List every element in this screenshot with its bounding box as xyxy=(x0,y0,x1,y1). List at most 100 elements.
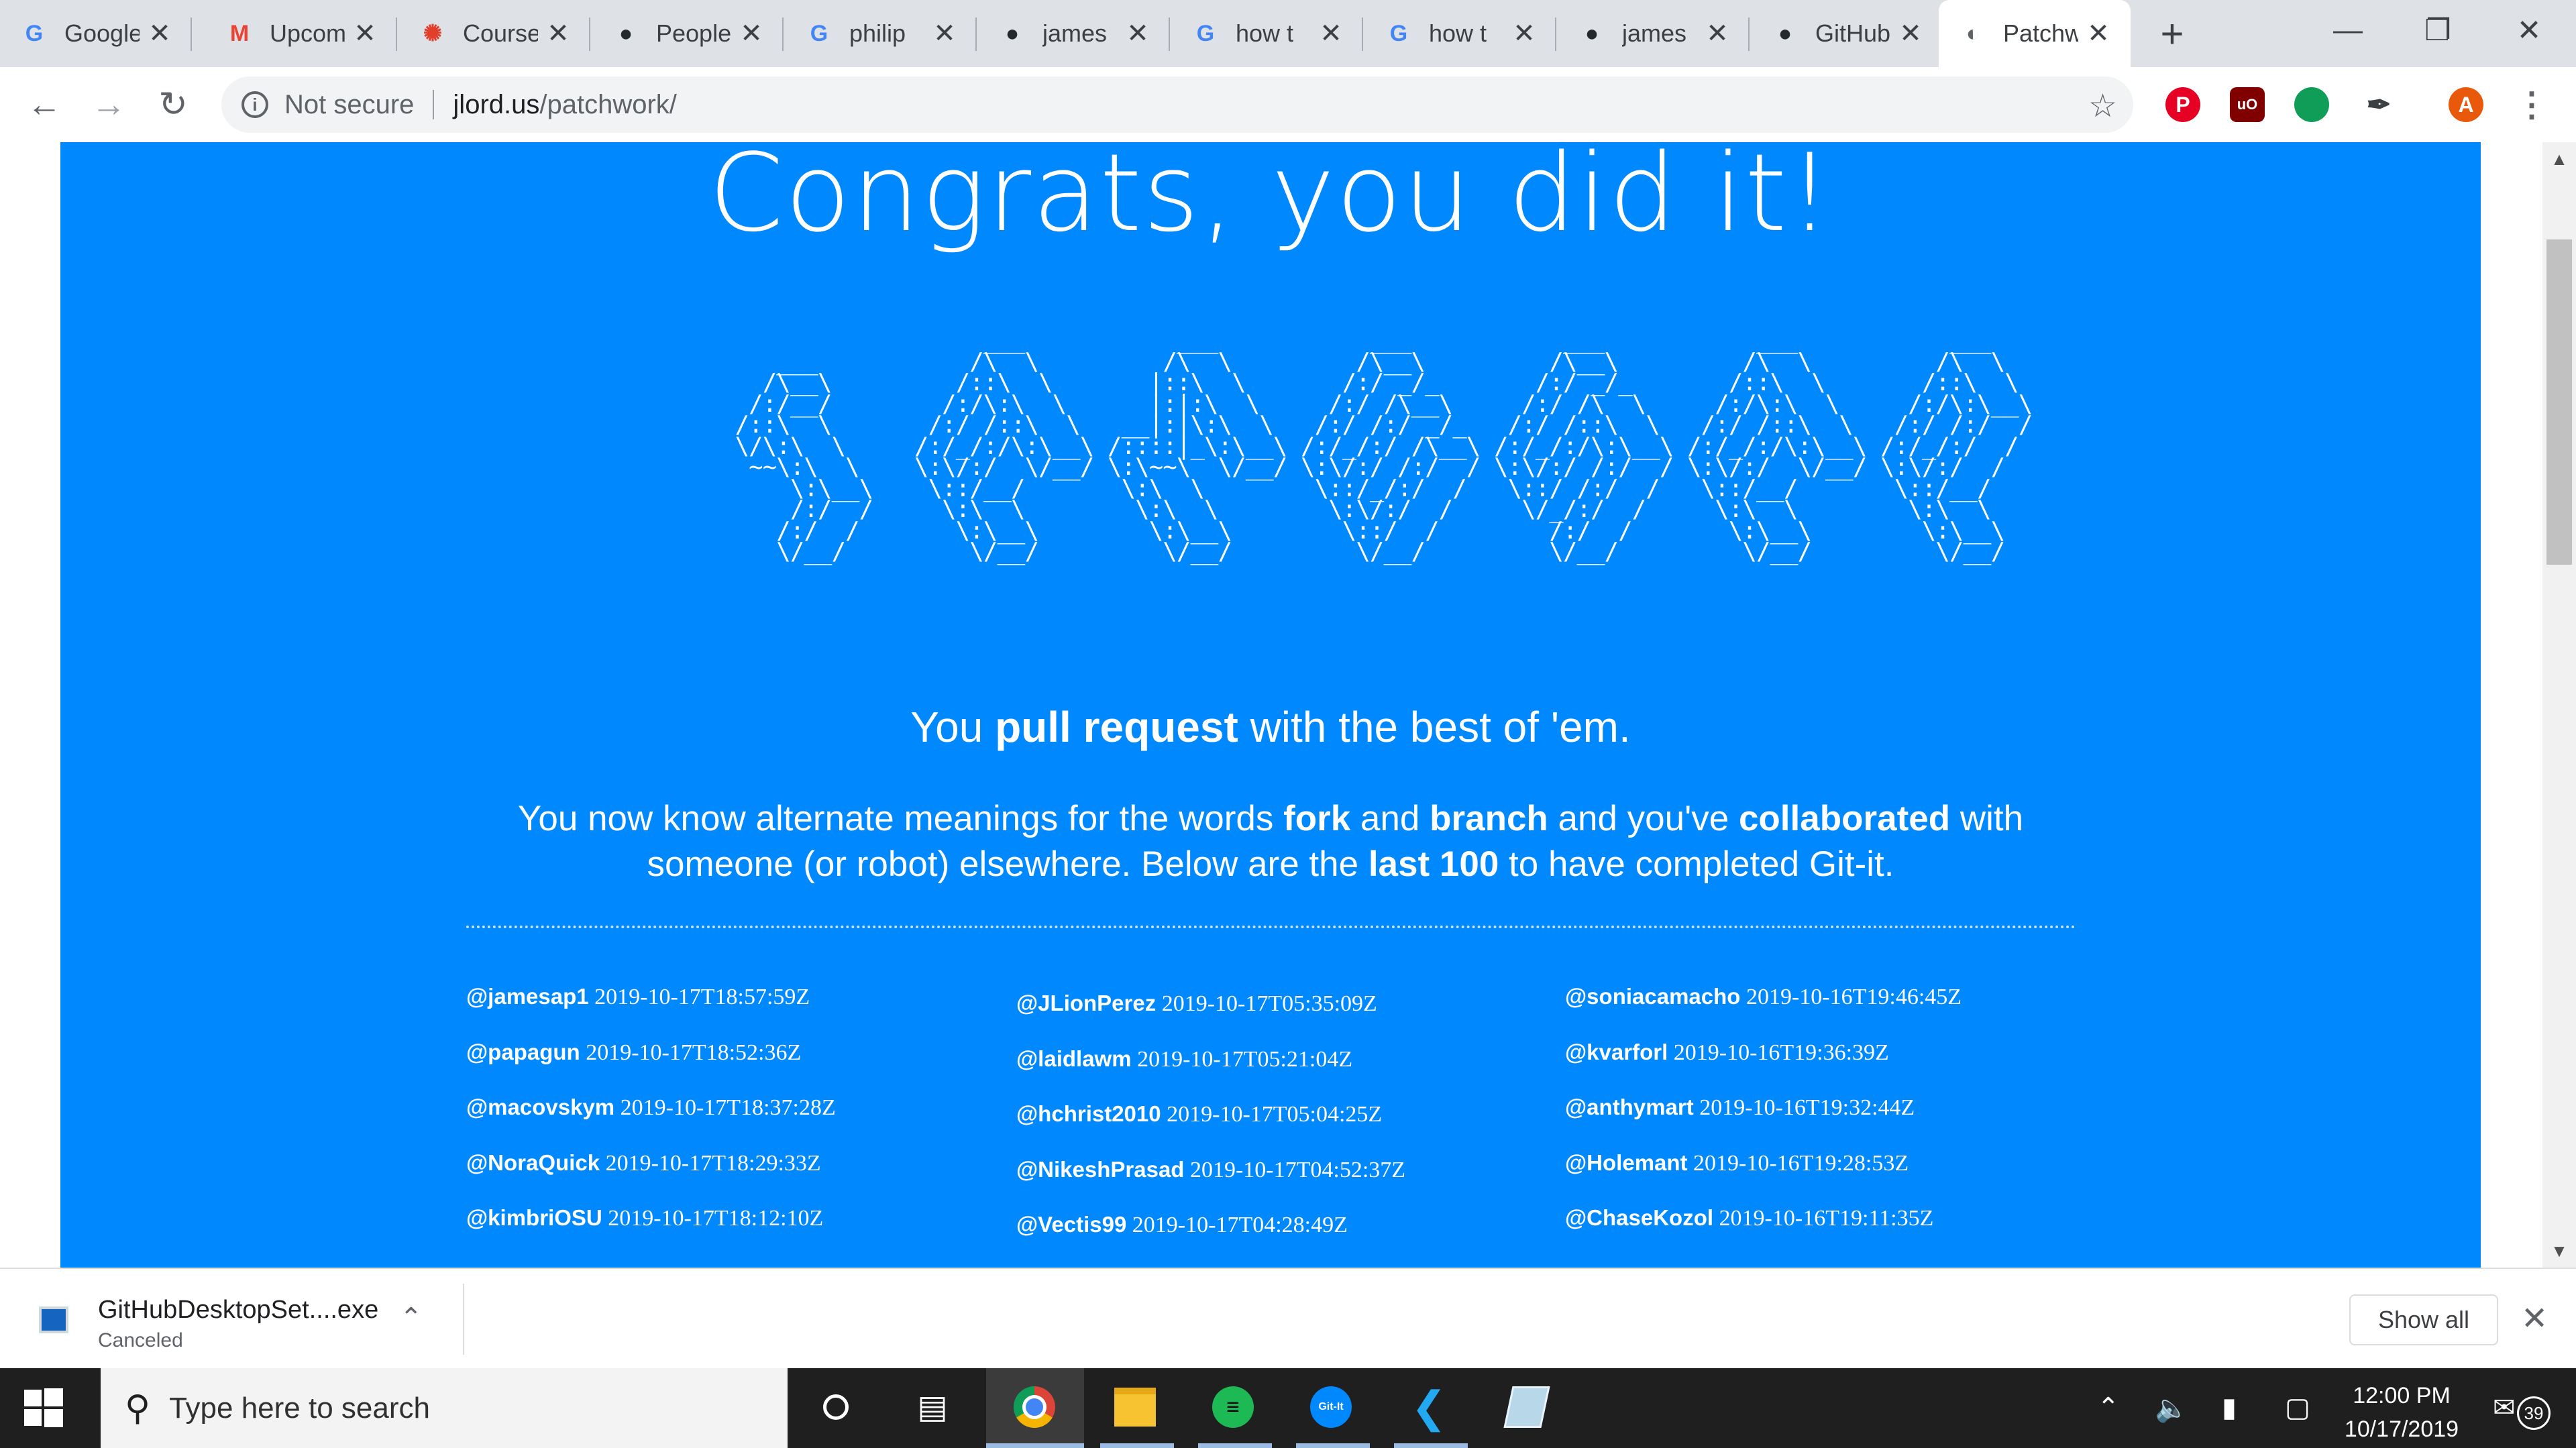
new-tab-button[interactable]: + xyxy=(2153,11,2191,56)
completion-entry: @NoraQuick 2019-10-17T18:29:33Z xyxy=(466,1150,836,1206)
reload-button[interactable]: ↻ xyxy=(153,85,193,125)
notification-count-badge[interactable]: 39 xyxy=(2517,1396,2551,1430)
close-tab-icon[interactable]: ✕ xyxy=(350,19,380,48)
action-center-icon[interactable]: ✉ xyxy=(2493,1392,2516,1423)
github-username-link[interactable]: @NikeshPrasad xyxy=(1016,1157,1184,1182)
close-tab-icon[interactable]: ✕ xyxy=(1703,19,1732,48)
close-tab-icon[interactable]: ✕ xyxy=(1509,19,1539,48)
windows-start-icon[interactable] xyxy=(24,1388,63,1427)
clock-date: 10/17/2019 xyxy=(2344,1416,2459,1442)
completion-entry: @ChaseKozol 2019-10-16T19:11:35Z xyxy=(1565,1205,1962,1261)
close-tab-icon[interactable]: ✕ xyxy=(1123,19,1152,48)
ublock-icon[interactable]: uO xyxy=(2230,87,2265,122)
github-username-link[interactable]: @NoraQuick xyxy=(466,1150,600,1175)
restore-button[interactable]: ❐ xyxy=(2391,0,2485,60)
browser-tab[interactable]: ● james ✕ xyxy=(1558,0,1750,67)
file-explorer-icon[interactable] xyxy=(1111,1383,1159,1431)
scroll-down-icon[interactable]: ▼ xyxy=(2542,1234,2576,1268)
back-button[interactable]: ← xyxy=(24,85,64,125)
page-viewport: Congrats, you did it! ___ ___ ___ ___ __… xyxy=(0,142,2576,1268)
browser-tab[interactable]: ● People ✕ xyxy=(592,0,784,67)
git-it-icon[interactable]: Git-It xyxy=(1307,1383,1355,1431)
github-username-link[interactable]: @jamesap1 xyxy=(466,984,589,1009)
github-username-link[interactable]: @laidlawm xyxy=(1016,1046,1132,1071)
chrome-icon[interactable] xyxy=(1010,1383,1059,1431)
close-tab-icon[interactable]: ✕ xyxy=(930,19,959,48)
notepad-icon[interactable] xyxy=(1503,1383,1551,1431)
github-username-link[interactable]: @anthymart xyxy=(1565,1095,1694,1119)
browser-tab[interactable]: ✺ Courses✕ xyxy=(398,0,590,67)
download-filename[interactable]: GitHubDesktopSet....exe xyxy=(98,1296,378,1325)
tab-separator xyxy=(589,17,590,51)
page-scrollbar[interactable]: ▲ ▼ xyxy=(2542,142,2576,1268)
completion-timestamp: 2019-10-17T05:21:04Z xyxy=(1137,1046,1353,1072)
github-username-link[interactable]: @macovskym xyxy=(466,1095,614,1119)
close-tab-icon[interactable]: ✕ xyxy=(737,19,766,48)
taskbar-search[interactable]: ⚲ Type here to search xyxy=(101,1368,788,1448)
installer-file-icon[interactable] xyxy=(39,1306,68,1333)
github-icon: ● xyxy=(1585,20,1599,46)
github-username-link[interactable]: @papagun xyxy=(466,1040,580,1064)
security-label[interactable]: Not secure xyxy=(284,90,414,120)
browser-tab[interactable]: G Google ✕ xyxy=(0,0,192,67)
cortana-icon[interactable] xyxy=(812,1383,860,1431)
app-running-indicator xyxy=(986,1443,1084,1448)
close-tab-icon[interactable]: ✕ xyxy=(1316,19,1346,48)
browser-tab[interactable]: ● james ✕ xyxy=(978,0,1170,67)
scroll-up-icon[interactable]: ▲ xyxy=(2542,142,2576,176)
github-username-link[interactable]: @soniacamacho xyxy=(1565,984,1740,1009)
task-view-icon[interactable]: ▤ xyxy=(908,1383,957,1431)
scrollbar-thumb[interactable] xyxy=(2546,239,2572,565)
minimize-button[interactable]: — xyxy=(2301,0,2395,60)
github-username-link[interactable]: @hchrist2010 xyxy=(1016,1101,1161,1126)
search-placeholder[interactable]: Type here to search xyxy=(169,1392,430,1425)
browser-tab[interactable]: Gphilip ✕ xyxy=(785,0,977,67)
menu-icon[interactable]: ⋮ xyxy=(2514,86,2549,123)
profile-avatar[interactable]: A xyxy=(2449,87,2483,122)
battery-icon[interactable]: ▮ xyxy=(2222,1392,2237,1423)
close-window-button[interactable]: ✕ xyxy=(2482,0,2576,60)
github-username-link[interactable]: @Holemant xyxy=(1565,1150,1688,1175)
chevron-up-icon[interactable]: ⌃ xyxy=(400,1302,423,1333)
volume-icon[interactable]: 🔈 xyxy=(2155,1392,2188,1424)
tab-title: Google xyxy=(64,19,140,47)
pinterest-icon[interactable]: P xyxy=(2165,87,2200,122)
close-tab-icon[interactable]: ✕ xyxy=(2084,19,2113,48)
tab-separator xyxy=(1169,17,1170,51)
browser-tab[interactable]: M Upcoming✕ xyxy=(205,0,397,67)
vscode-icon[interactable]: ❮ xyxy=(1405,1383,1453,1431)
github-username-link[interactable]: @ChaseKozol xyxy=(1565,1205,1713,1230)
browser-tab[interactable]: Ghow t ✕ xyxy=(1364,0,1556,67)
system-clock[interactable]: 12:00 PM 10/17/2019 xyxy=(2301,1379,2502,1446)
github-username-link[interactable]: @kvarforl xyxy=(1565,1040,1668,1064)
completion-entry: @Holemant 2019-10-16T19:28:53Z xyxy=(1565,1150,1962,1206)
browser-tab[interactable]: Ghow t ✕ xyxy=(1171,0,1363,67)
tab-title: philip xyxy=(849,19,906,47)
completion-entry: @NikeshPrasad 2019-10-17T04:52:37Z xyxy=(1016,1157,1405,1213)
url-host[interactable]: jlord.us xyxy=(453,90,539,120)
close-tab-icon[interactable]: ✕ xyxy=(543,19,573,48)
close-icon[interactable]: ✕ xyxy=(2521,1300,2548,1337)
bookmark-star-icon[interactable]: ☆ xyxy=(2088,87,2117,125)
eyedropper-icon[interactable]: ✒ xyxy=(2361,87,2396,122)
close-tab-icon[interactable]: ✕ xyxy=(145,19,174,48)
url-path[interactable]: /patchwork/ xyxy=(539,90,677,120)
chevron-up-icon[interactable]: ⌃ xyxy=(2097,1392,2120,1423)
tab-title: People xyxy=(656,19,731,47)
completion-entry: @hchrist2010 2019-10-17T05:04:25Z xyxy=(1016,1101,1405,1157)
spotify-icon[interactable]: ≡ xyxy=(1209,1383,1257,1431)
github-username-link[interactable]: @Vectis99 xyxy=(1016,1212,1126,1237)
forward-button[interactable]: → xyxy=(89,85,129,125)
tab-strip: GGoogle✕MUpcoming✕✺Courses✕●People✕Gphil… xyxy=(0,0,2576,67)
browser-tab[interactable]: ● GitHub ✕ xyxy=(1751,0,1943,67)
browser-tab[interactable]: ◐ Patchwork✕ xyxy=(1939,0,2131,67)
show-all-button[interactable]: Show all xyxy=(2349,1294,2498,1345)
github-username-link[interactable]: @JLionPerez xyxy=(1016,991,1156,1015)
address-bar[interactable]: i Not secure jlord.us/patchwork/ ☆ xyxy=(221,76,2133,133)
grammarly-icon[interactable] xyxy=(2294,87,2329,122)
tab-separator xyxy=(782,17,784,51)
browser-toolbar: ← → ↻ i Not secure jlord.us/patchwork/ ☆… xyxy=(0,67,2576,144)
info-icon[interactable]: i xyxy=(241,91,268,118)
github-username-link[interactable]: @kimbriOSU xyxy=(466,1205,602,1230)
close-tab-icon[interactable]: ✕ xyxy=(1896,19,1925,48)
